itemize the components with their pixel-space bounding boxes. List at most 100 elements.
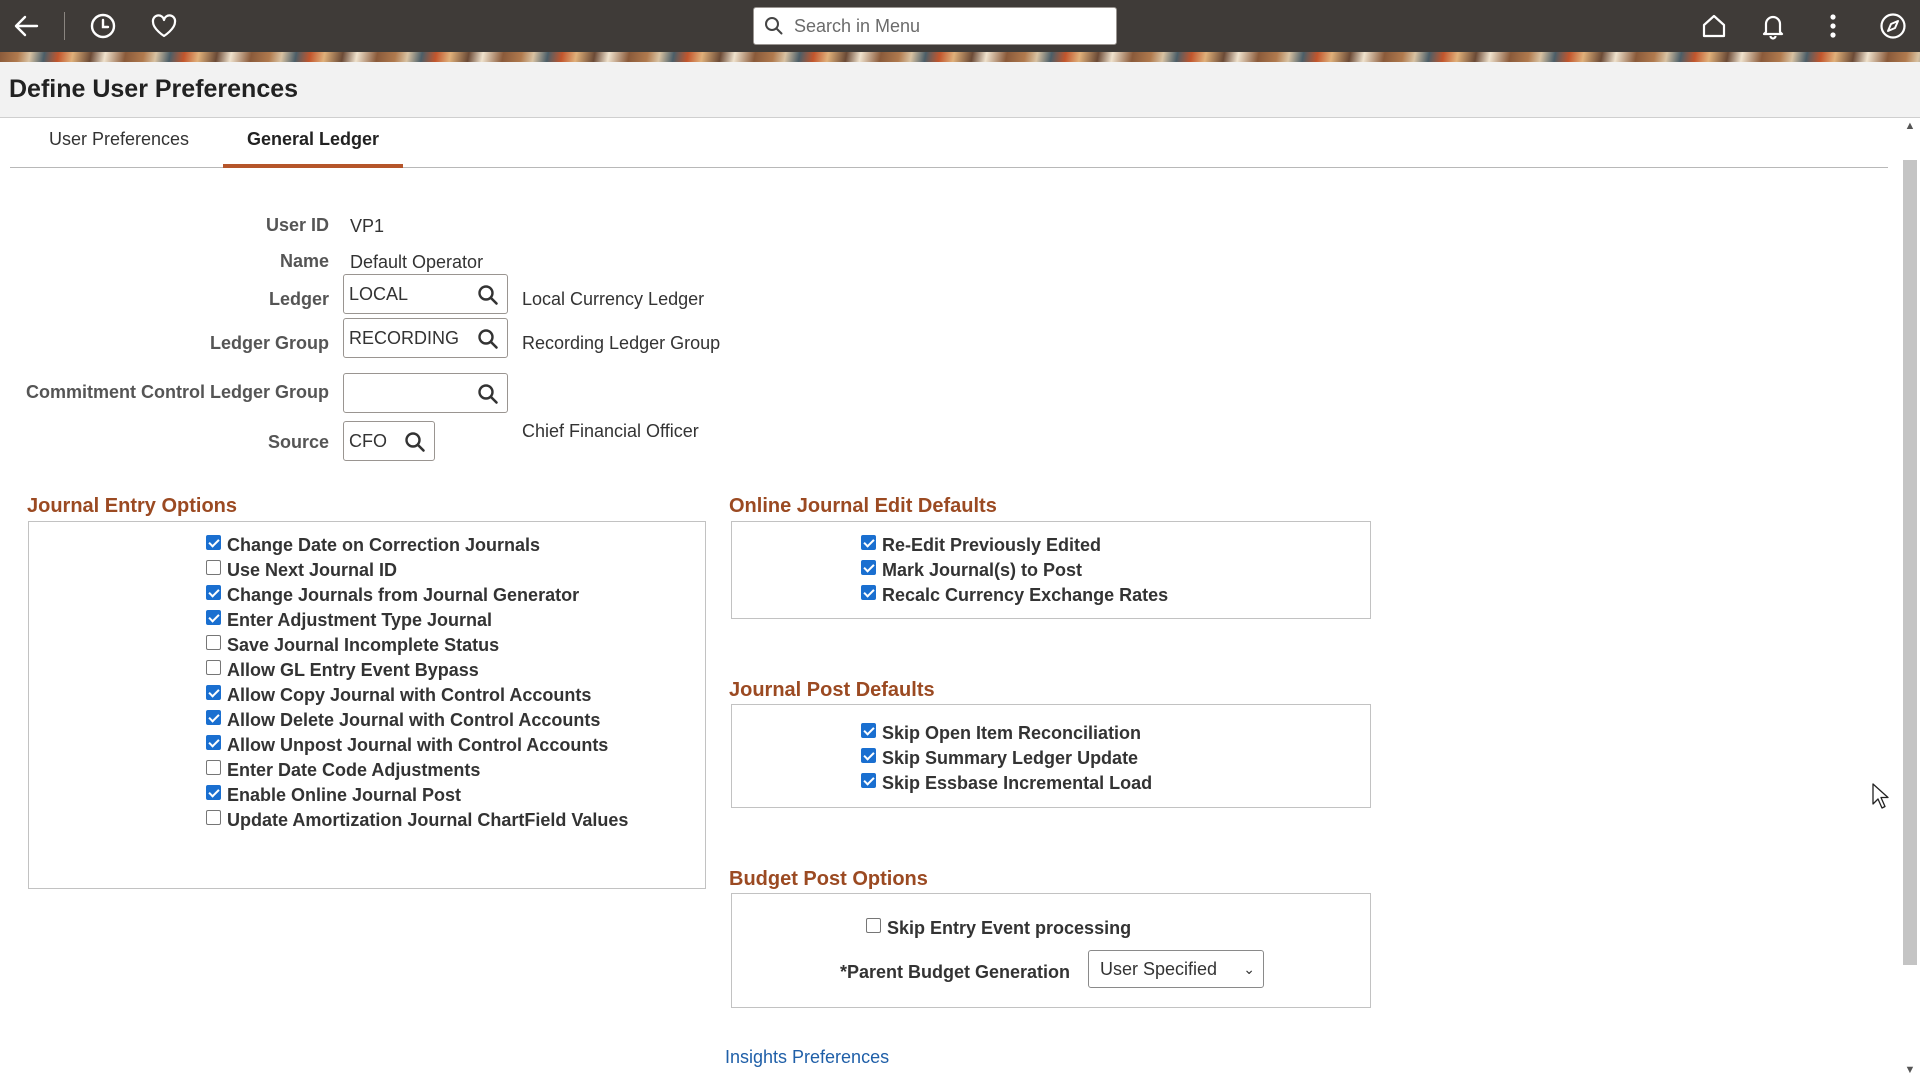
ledger-label: Ledger — [268, 289, 329, 309]
scroll-down-arrow-icon[interactable]: ▼ — [1904, 1064, 1916, 1076]
insights-preferences-link[interactable]: Insights Preferences — [725, 1047, 889, 1068]
page-title: Define User Preferences — [9, 75, 299, 103]
ledger-group-lookup-search-icon[interactable] — [477, 328, 499, 350]
online-journal-edit-defaults-title: Online Journal Edit Defaults — [729, 495, 997, 517]
tab-label: User Preferences — [48, 129, 190, 149]
history-icon[interactable] — [83, 6, 123, 46]
tab-user-preferences[interactable]: User Preferences — [10, 120, 228, 168]
change-journals-from-journal-generator-checkbox[interactable] — [206, 584, 221, 600]
ledger-lookup-search-icon[interactable] — [477, 284, 499, 306]
skip-summary-ledger-update-row[interactable]: Skip Summary Ledger Update — [861, 747, 1138, 769]
menu-search-input[interactable] — [792, 14, 1092, 38]
allow-unpost-journal-with-control-accounts-checkbox[interactable] — [206, 734, 221, 750]
re-edit-previously-edited-row[interactable]: Re-Edit Previously Edited — [861, 534, 1101, 556]
search-icon — [765, 17, 783, 35]
parent-budget-generation-label: *Parent Budget Generation — [840, 961, 1071, 982]
skip-entry-event-label: Skip Entry Event processing — [887, 917, 1132, 938]
skip-open-item-reconciliation-checkbox[interactable] — [861, 722, 876, 738]
skip-entry-event-row[interactable]: Skip Entry Event processing — [866, 917, 1131, 939]
enable-online-journal-post-row[interactable]: Enable Online Journal Post — [206, 784, 461, 806]
change-date-on-correction-journals-row[interactable]: Change Date on Correction Journals — [206, 534, 540, 556]
cc-ledger-group-lookup-search-icon[interactable] — [477, 383, 499, 405]
save-journal-incomplete-status-row[interactable]: Save Journal Incomplete Status — [206, 634, 499, 656]
update-amortization-journal-chartfield-values-row[interactable]: Update Amortization Journal ChartField V… — [206, 809, 628, 831]
update-amortization-journal-chartfield-values-label: Update Amortization Journal ChartField V… — [227, 809, 629, 830]
save-journal-incomplete-status-checkbox[interactable] — [206, 634, 221, 650]
parent-budget-generation-select[interactable]: User Specified ⌄ — [1088, 950, 1264, 988]
mark-journal-s-to-post-row[interactable]: Mark Journal(s) to Post — [861, 559, 1082, 581]
budget-post-options-box — [731, 893, 1371, 1008]
source-description: Chief Financial Officer — [522, 421, 699, 441]
notification-bell-icon[interactable] — [1753, 6, 1793, 46]
tab-general-ledger[interactable]: General Ledger — [223, 120, 403, 168]
enter-adjustment-type-journal-checkbox[interactable] — [206, 609, 221, 625]
back-arrow-icon[interactable] — [6, 6, 46, 46]
allow-gl-entry-event-bypass-row[interactable]: Allow GL Entry Event Bypass — [206, 659, 479, 681]
allow-unpost-journal-with-control-accounts-label: Allow Unpost Journal with Control Accoun… — [227, 734, 609, 755]
favorites-heart-icon[interactable] — [144, 6, 184, 46]
scrollbar-thumb[interactable] — [1903, 160, 1917, 965]
recalc-currency-exchange-rates-checkbox[interactable] — [861, 584, 876, 600]
enter-date-code-adjustments-checkbox[interactable] — [206, 759, 221, 775]
skip-summary-ledger-update-label: Skip Summary Ledger Update — [882, 747, 1139, 768]
enable-online-journal-post-checkbox[interactable] — [206, 784, 221, 800]
skip-entry-event-checkbox[interactable] — [866, 917, 881, 933]
global-header — [0, 0, 1920, 52]
tab-strip: User Preferences General Ledger — [10, 120, 1888, 168]
allow-gl-entry-event-bypass-label: Allow GL Entry Event Bypass — [227, 659, 479, 680]
allow-unpost-journal-with-control-accounts-row[interactable]: Allow Unpost Journal with Control Accoun… — [206, 734, 608, 756]
change-date-on-correction-journals-label: Change Date on Correction Journals — [227, 534, 541, 555]
ledger-group-input[interactable] — [344, 320, 469, 356]
change-date-on-correction-journals-checkbox[interactable] — [206, 534, 221, 550]
header-divider — [64, 12, 65, 40]
ledger-group-label: Ledger Group — [209, 333, 329, 353]
skip-essbase-incremental-load-checkbox[interactable] — [861, 772, 876, 788]
enter-adjustment-type-journal-row[interactable]: Enter Adjustment Type Journal — [206, 609, 492, 631]
allow-copy-journal-with-control-accounts-checkbox[interactable] — [206, 684, 221, 700]
change-journals-from-journal-generator-label: Change Journals from Journal Generator — [227, 584, 580, 605]
source-lookup-search-icon[interactable] — [404, 431, 426, 453]
navigator-compass-icon[interactable] — [1873, 6, 1913, 46]
use-next-journal-id-label: Use Next Journal ID — [227, 559, 398, 580]
allow-delete-journal-with-control-accounts-checkbox[interactable] — [206, 709, 221, 725]
ledger-group-prompt — [343, 318, 508, 358]
use-next-journal-id-row[interactable]: Use Next Journal ID — [206, 559, 397, 581]
re-edit-previously-edited-label: Re-Edit Previously Edited — [882, 534, 1102, 555]
recalc-currency-exchange-rates-row[interactable]: Recalc Currency Exchange Rates — [861, 584, 1168, 606]
update-amortization-journal-chartfield-values-checkbox[interactable] — [206, 809, 221, 825]
cc-ledger-group-label: Commitment Control Ledger Group — [26, 382, 329, 402]
source-input[interactable] — [344, 423, 399, 459]
enable-online-journal-post-label: Enable Online Journal Post — [227, 784, 462, 805]
ledger-description: Local Currency Ledger — [522, 289, 705, 309]
recalc-currency-exchange-rates-label: Recalc Currency Exchange Rates — [882, 584, 1169, 605]
allow-delete-journal-with-control-accounts-label: Allow Delete Journal with Control Accoun… — [227, 709, 601, 730]
name-value: Default Operator — [350, 252, 484, 272]
menu-search-field[interactable] — [753, 7, 1117, 45]
home-icon[interactable] — [1694, 6, 1734, 46]
allow-copy-journal-with-control-accounts-row[interactable]: Allow Copy Journal with Control Accounts — [206, 684, 591, 706]
scroll-up-arrow-icon[interactable]: ▲ — [1904, 120, 1916, 132]
more-actions-icon[interactable] — [1813, 6, 1853, 46]
use-next-journal-id-checkbox[interactable] — [206, 559, 221, 575]
mark-journal-s-to-post-checkbox[interactable] — [861, 559, 876, 575]
source-prompt — [343, 421, 435, 461]
user-id-label: User ID — [265, 215, 329, 235]
re-edit-previously-edited-checkbox[interactable] — [861, 534, 876, 550]
tab-label: General Ledger — [246, 129, 380, 149]
journal-post-defaults-title: Journal Post Defaults — [729, 679, 935, 701]
ledger-input[interactable] — [344, 276, 469, 312]
allow-gl-entry-event-bypass-checkbox[interactable] — [206, 659, 221, 675]
skip-summary-ledger-update-checkbox[interactable] — [861, 747, 876, 763]
ledger-group-description: Recording Ledger Group — [522, 333, 721, 353]
skip-essbase-incremental-load-row[interactable]: Skip Essbase Incremental Load — [861, 772, 1152, 794]
skip-open-item-reconciliation-row[interactable]: Skip Open Item Reconciliation — [861, 722, 1141, 744]
source-label: Source — [267, 432, 329, 452]
change-journals-from-journal-generator-row[interactable]: Change Journals from Journal Generator — [206, 584, 579, 606]
allow-copy-journal-with-control-accounts-label: Allow Copy Journal with Control Accounts — [227, 684, 592, 705]
cc-ledger-group-input[interactable] — [344, 375, 469, 411]
enter-date-code-adjustments-row[interactable]: Enter Date Code Adjustments — [206, 759, 480, 781]
user-id-value: VP1 — [350, 216, 385, 236]
page-title-bar: Define User Preferences — [0, 62, 1920, 118]
cc-ledger-group-prompt — [343, 373, 508, 413]
allow-delete-journal-with-control-accounts-row[interactable]: Allow Delete Journal with Control Accoun… — [206, 709, 600, 731]
